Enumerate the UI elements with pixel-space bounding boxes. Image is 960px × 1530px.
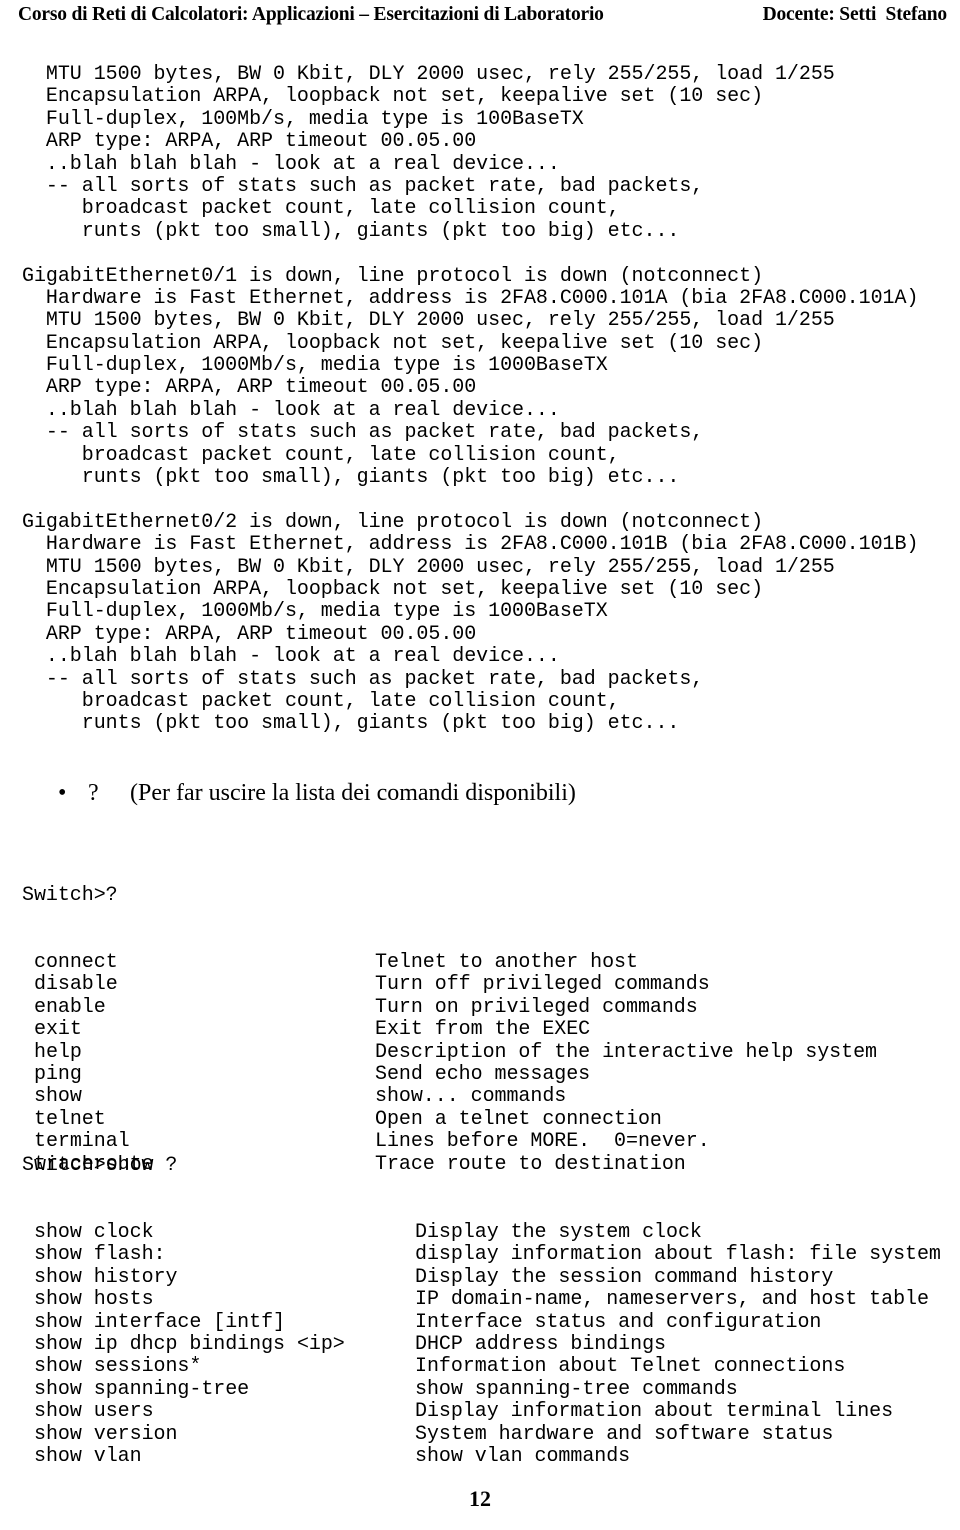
help-command: show vlan	[34, 1444, 142, 1468]
terminal-line: -- all sorts of stats such as packet rat…	[22, 174, 704, 198]
help-row: disable Turn off privileged commands	[22, 973, 710, 997]
help-command: show	[34, 1085, 82, 1109]
help-description: Information about Telnet connections	[415, 1355, 846, 1379]
terminal-line: ARP type: ARPA, ARP timeout 00.05.00	[22, 130, 477, 154]
help-description: Open a telnet connection	[375, 1107, 662, 1131]
help-description: display information about flash: file sy…	[415, 1243, 941, 1267]
prompt-switch-help: Switch>?	[22, 883, 118, 907]
help-description: Display the system clock	[415, 1221, 702, 1245]
help-description: Interface status and configuration	[415, 1310, 822, 1334]
help-command: show sessions*	[34, 1355, 202, 1379]
bullet-description: (Per far uscire la lista dei comandi dis…	[130, 780, 576, 806]
help-row: exit Exit from the EXEC	[22, 1018, 590, 1042]
help-row: show users Display information about term…	[22, 1400, 893, 1424]
help-row: show clock Display the system clock	[22, 1221, 702, 1245]
prompt-switch-show-help: Switch>show ?	[22, 1153, 178, 1177]
terminal-line: ..blah blah blah - look at a real device…	[22, 398, 560, 422]
help-command: show hosts	[34, 1288, 154, 1312]
terminal-line: Full-duplex, 1000Mb/s, media type is 100…	[22, 354, 608, 378]
help-description: System hardware and software status	[415, 1422, 834, 1446]
help-command: disable	[34, 973, 118, 997]
terminal-line: Encapsulation ARPA, loopback not set, ke…	[22, 331, 764, 355]
show-help-output: Switch>show ? show clock Display the syst…	[22, 1110, 941, 1491]
help-command: help	[34, 1040, 82, 1064]
help-command: ping	[34, 1062, 82, 1086]
help-command: show interface [intf]	[34, 1310, 285, 1334]
help-description: Display information about terminal lines	[415, 1400, 894, 1424]
help-description: Lines before MORE. 0=never.	[375, 1130, 710, 1154]
terminal-line: ..blah blah blah - look at a real device…	[22, 152, 560, 176]
interface-output-block: MTU 1500 bytes, BW 0 Kbit, DLY 2000 usec…	[22, 63, 919, 736]
terminal-line: Full-duplex, 100Mb/s, media type is 100B…	[22, 107, 584, 131]
help-description: Turn on privileged commands	[375, 995, 698, 1019]
help-description: Trace route to destination	[375, 1152, 686, 1176]
help-row: show sessions* Information about Telnet c…	[22, 1355, 845, 1379]
help-row: show hosts IP domain-name, nameservers, a…	[22, 1288, 929, 1312]
terminal-line: runts (pkt too small), giants (pkt too b…	[22, 466, 680, 490]
terminal-line: Full-duplex, 1000Mb/s, media type is 100…	[22, 600, 608, 624]
terminal-line: broadcast packet count, late collision c…	[22, 197, 620, 221]
help-row: show show... commands	[22, 1085, 566, 1109]
help-row: enable Turn on privileged commands	[22, 995, 698, 1019]
help-description: Exit from the EXEC	[375, 1018, 591, 1042]
terminal-line: ARP type: ARPA, ARP timeout 00.05.00	[22, 622, 477, 646]
help-row: show flash: display information about fla…	[22, 1243, 941, 1267]
help-description: Telnet to another host	[375, 951, 638, 975]
help-command: enable	[34, 995, 106, 1019]
help-description: DHCP address bindings	[415, 1332, 666, 1356]
terminal-line: GigabitEthernet0/1 is down, line protoco…	[22, 264, 764, 288]
help-row: show version System hardware and software…	[22, 1422, 833, 1446]
help-row: connect Telnet to another host	[22, 951, 638, 975]
terminal-line: Hardware is Fast Ethernet, address is 2F…	[22, 286, 919, 310]
terminal-line: Encapsulation ARPA, loopback not set, ke…	[22, 577, 764, 601]
terminal-line: runts (pkt too small), giants (pkt too b…	[22, 712, 680, 736]
terminal-line: broadcast packet count, late collision c…	[22, 443, 620, 467]
terminal-line: Hardware is Fast Ethernet, address is 2F…	[22, 533, 919, 557]
help-row: show spanning-tree show spanning-tree com…	[22, 1377, 738, 1401]
help-row: show history Display the session command …	[22, 1265, 833, 1289]
bullet-dot-icon: •	[58, 780, 67, 806]
help-command: exit	[34, 1018, 82, 1042]
terminal-line: ARP type: ARPA, ARP timeout 00.05.00	[22, 376, 477, 400]
terminal-line: -- all sorts of stats such as packet rat…	[22, 667, 704, 691]
help-command: show history	[34, 1265, 178, 1289]
page-header: Corso di Reti di Calcolatori: Applicazio…	[0, 3, 960, 31]
help-description: show spanning-tree commands	[415, 1377, 738, 1401]
help-description: Send echo messages	[375, 1062, 591, 1086]
help-description: show... commands	[375, 1085, 567, 1109]
terminal-line: broadcast packet count, late collision c…	[22, 689, 620, 713]
help-description: show vlan commands	[415, 1444, 631, 1468]
help-command: show ip dhcp bindings <ip>	[34, 1332, 345, 1356]
help-description: Display the session command history	[415, 1265, 834, 1289]
help-command: connect	[34, 951, 118, 975]
terminal-line: MTU 1500 bytes, BW 0 Kbit, DLY 2000 usec…	[22, 309, 835, 333]
terminal-line: GigabitEthernet0/2 is down, line protoco…	[22, 510, 764, 534]
help-row: help Description of the interactive help …	[22, 1040, 877, 1064]
help-command: show spanning-tree	[34, 1377, 250, 1401]
terminal-line: -- all sorts of stats such as packet rat…	[22, 421, 704, 445]
help-command: show version	[34, 1422, 178, 1446]
help-question-mark: ?	[88, 780, 99, 806]
bullet-list-item: • ? (Per far uscire la lista dei comandi…	[18, 778, 918, 808]
terminal-line: ..blah blah blah - look at a real device…	[22, 645, 560, 669]
terminal-line: MTU 1500 bytes, BW 0 Kbit, DLY 2000 usec…	[22, 63, 835, 86]
help-row: ping Send echo messages	[22, 1062, 590, 1086]
page-number: 12	[469, 1486, 491, 1511]
help-description: Description of the interactive help syst…	[375, 1040, 877, 1064]
help-row: show vlan show vlan commands	[22, 1444, 630, 1468]
instructor-name: Docente: Setti Stefano	[762, 4, 948, 25]
terminal-line: MTU 1500 bytes, BW 0 Kbit, DLY 2000 usec…	[22, 555, 835, 579]
help-row: show ip dhcp bindings <ip> DHCP address b…	[22, 1332, 666, 1356]
help-command: show clock	[34, 1221, 154, 1245]
course-title: Corso di Reti di Calcolatori: Applicazio…	[18, 4, 604, 25]
terminal-line: Encapsulation ARPA, loopback not set, ke…	[22, 85, 764, 109]
help-description: Turn off privileged commands	[375, 973, 710, 997]
help-command: show flash:	[34, 1243, 166, 1267]
help-command: show users	[34, 1400, 154, 1424]
help-description: IP domain-name, nameservers, and host ta…	[415, 1288, 929, 1312]
terminal-line: runts (pkt too small), giants (pkt too b…	[22, 219, 680, 243]
help-row: show interface [intf] Interface status an…	[22, 1310, 821, 1334]
